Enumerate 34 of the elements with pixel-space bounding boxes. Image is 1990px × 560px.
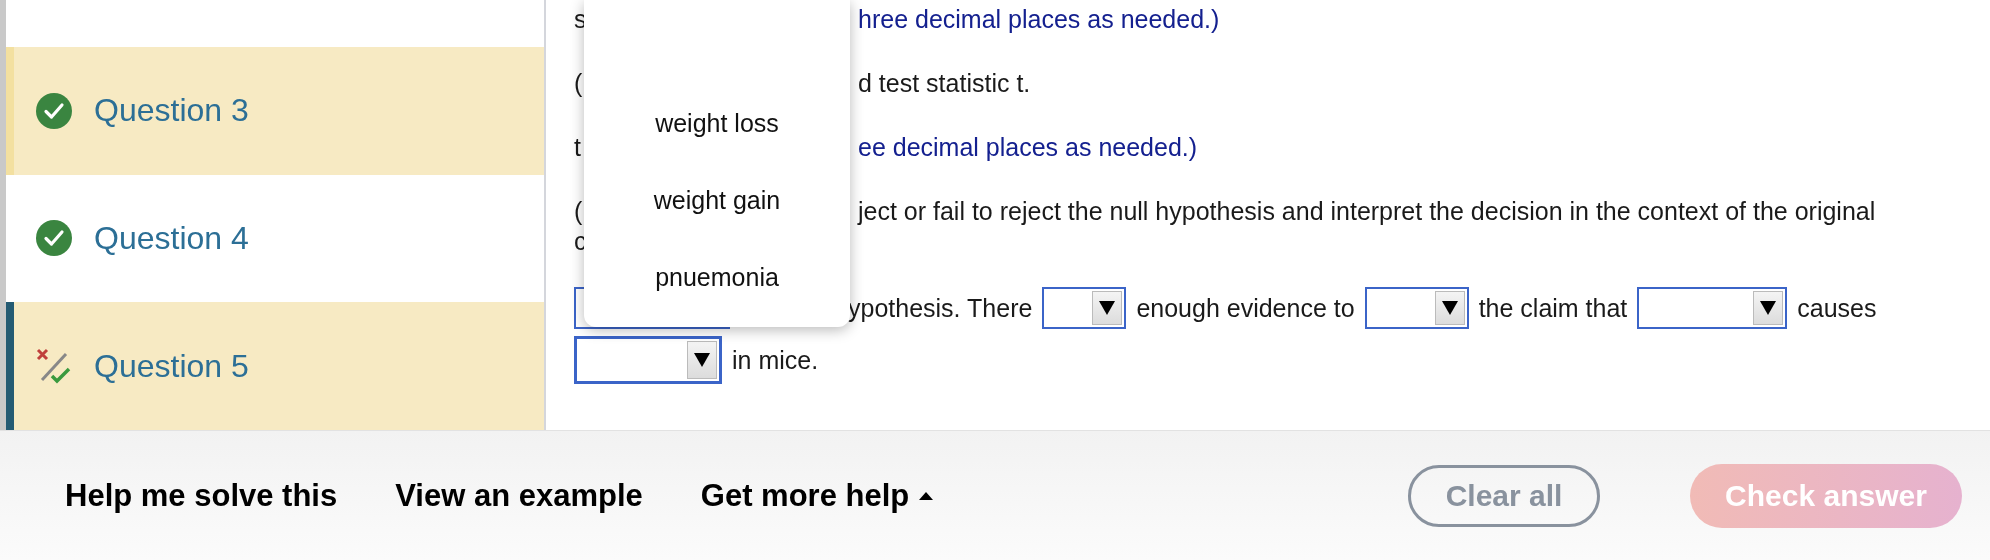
dropdown-arrow-button[interactable] — [1092, 291, 1123, 325]
hint-text: hree decimal places as needed.) — [858, 4, 1220, 34]
answer-text: causes — [1797, 293, 1877, 323]
help-link[interactable]: Help me solve this — [65, 477, 338, 514]
caret-down-icon — [1099, 301, 1116, 315]
caret-down-icon — [1760, 301, 1777, 315]
menu-option[interactable]: weight loss — [584, 85, 850, 162]
dropdown-arrow-button[interactable] — [1434, 291, 1465, 325]
hint-text: ee decimal places as needed.) — [858, 132, 1198, 162]
question-item[interactable]: Question 4 — [6, 174, 544, 303]
answer-text: the claim that — [1478, 293, 1628, 323]
menu-option[interactable]: weight gain — [584, 162, 850, 239]
caret-down-icon — [1441, 301, 1458, 315]
dropdown-field[interactable] — [574, 336, 722, 384]
text-fragment: t — [574, 132, 581, 161]
help-link[interactable]: View an example — [395, 477, 643, 514]
text-fragment: ( — [574, 196, 583, 225]
dropdown-field[interactable] — [1042, 287, 1127, 329]
answer-text: in mice. — [732, 345, 819, 375]
question-text: ject or fail to reject the null hypothesis and interpret the decision in the context of the original — [858, 196, 1876, 226]
caret-up-icon — [919, 491, 934, 500]
help-link[interactable]: Get more help — [700, 477, 934, 514]
text-fragment: ( — [574, 68, 583, 97]
dropdown-arrow-button[interactable] — [1753, 291, 1784, 325]
answer-text: enough evidence to — [1136, 293, 1355, 323]
dropdown-field[interactable] — [1637, 287, 1788, 329]
question-item[interactable]: Question 5 — [6, 302, 544, 430]
dropdown-arrow-button[interactable] — [687, 341, 717, 379]
dropdown-field[interactable] — [1364, 287, 1469, 329]
caret-down-icon — [694, 353, 710, 367]
menu-option[interactable]: pnuemonia — [584, 239, 850, 316]
question-item[interactable]: Question 3 — [6, 46, 544, 175]
question-text: d test statistic t. — [858, 68, 1031, 98]
answer-text: ypothesis. There — [848, 293, 1033, 323]
